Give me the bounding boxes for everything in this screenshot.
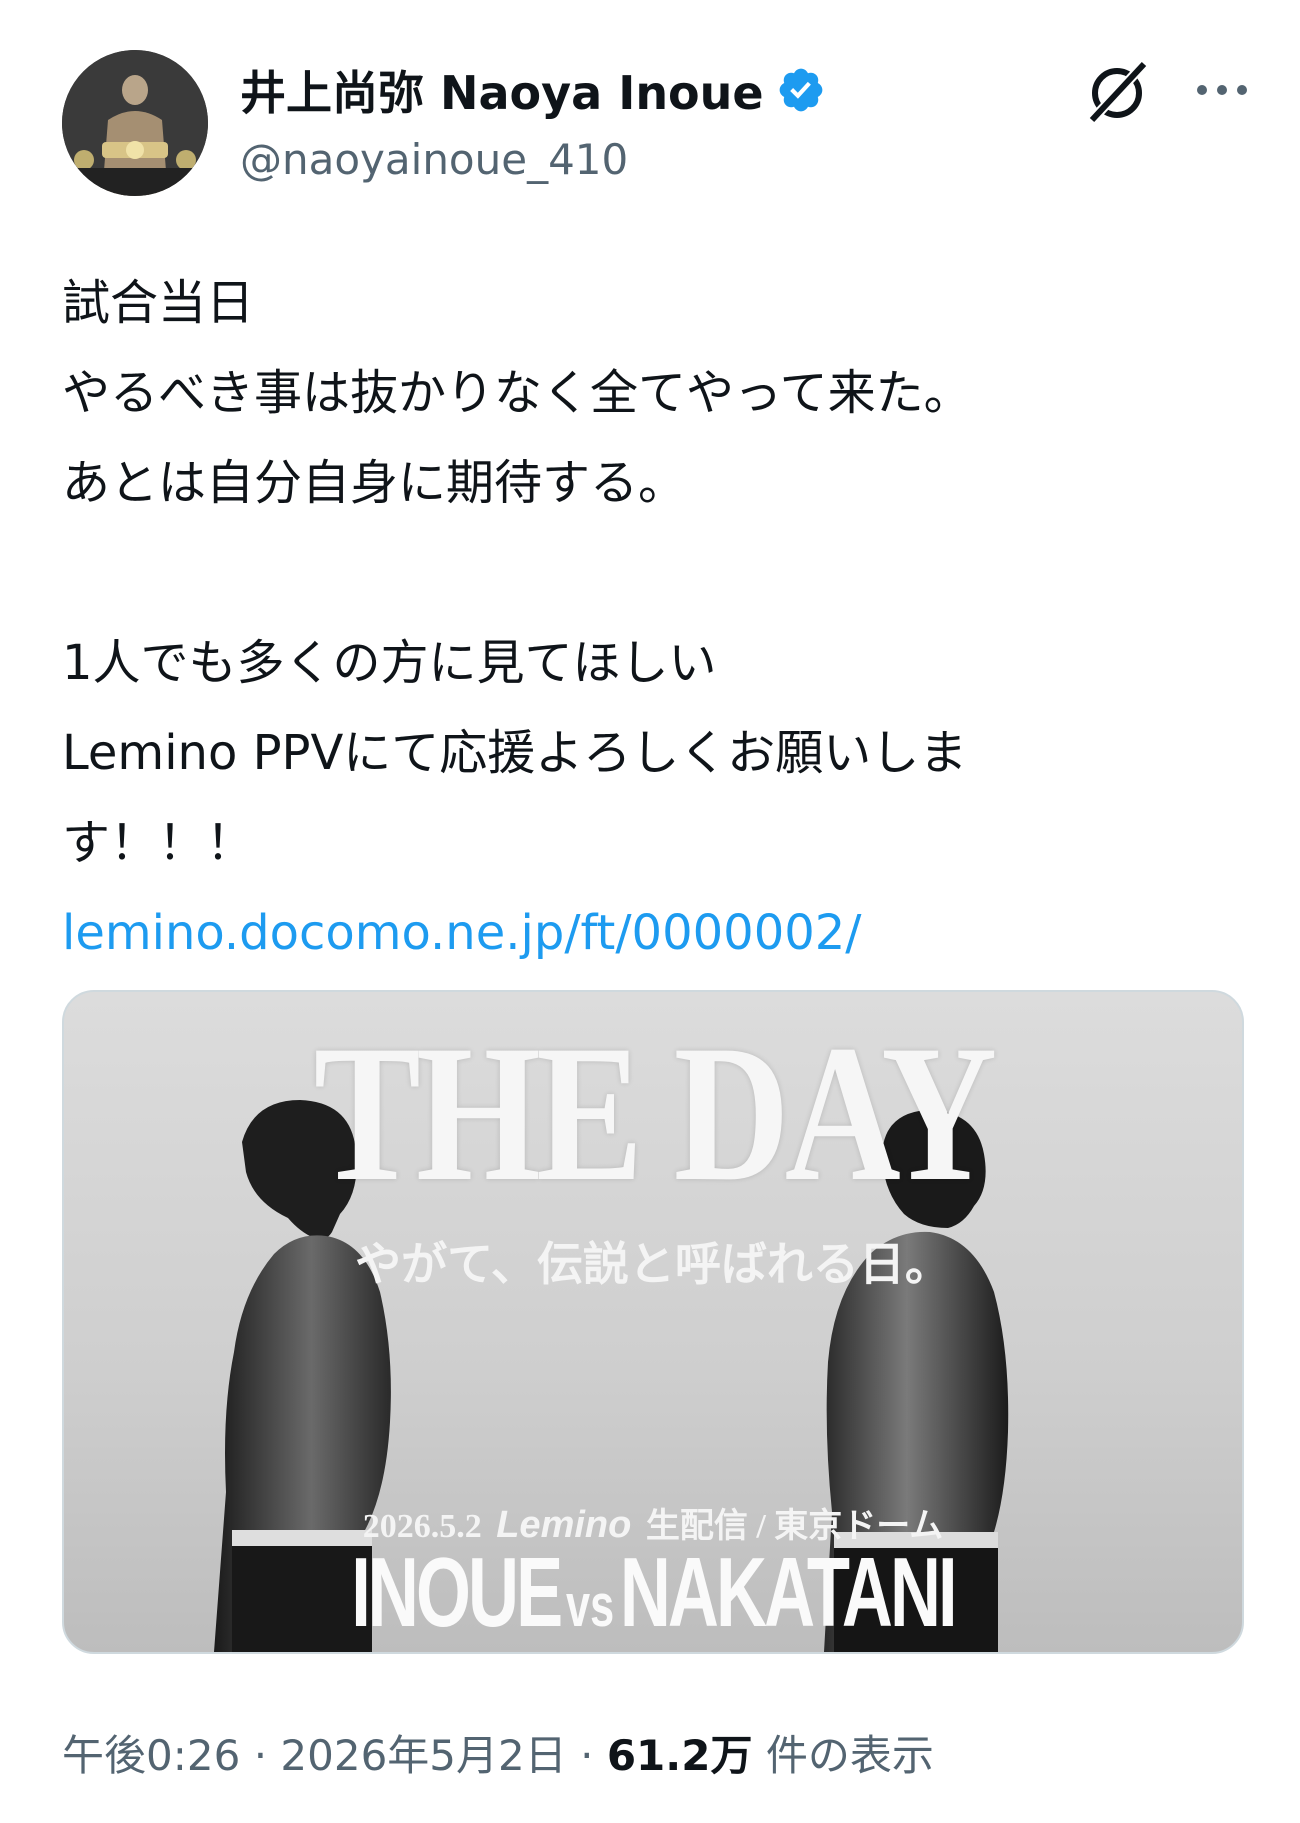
avatar-image: [62, 50, 208, 196]
author-handle[interactable]: @naoyainoue_410: [240, 135, 628, 184]
author-name-row[interactable]: 井上尚弥 Naoya Inoue: [240, 58, 826, 122]
tweet-date[interactable]: 2026年5月2日: [280, 1731, 566, 1780]
poster-title: THE DAY: [313, 1005, 998, 1222]
grok-icon[interactable]: [1082, 56, 1152, 126]
tweet-line: あとは自分自身に期待する。: [62, 455, 687, 511]
tweet: 井上尚弥 Naoya Inoue @naoyainoue_410 試合当日 やる…: [0, 0, 1300, 1823]
avatar[interactable]: [62, 50, 208, 196]
media-image[interactable]: THE DAY やがて、伝説と呼ばれる日。 2026.5.2 Lemino 生配…: [62, 990, 1244, 1654]
poster-matchup: INOUEvsNAKATANI: [229, 1537, 1077, 1652]
meta-separator: ·: [580, 1731, 594, 1780]
tweet-meta: 午後0:26 · 2026年5月2日 · 61.2万 件の表示: [62, 1722, 934, 1783]
more-dots-icon[interactable]: [1192, 70, 1252, 110]
tweet-line: 試合当日: [62, 275, 255, 331]
poster-vs: vs: [566, 1572, 615, 1639]
author-display-name[interactable]: 井上尚弥 Naoya Inoue: [240, 57, 764, 123]
tweet-text: 試合当日 やるべき事は抜かりなく全てやって来た。 あとは自分自身に期待する。 1…: [62, 258, 1242, 978]
tweet-link[interactable]: lemino.docomo.ne.jp/ft/0000002/: [62, 888, 1242, 978]
tweet-line: す！！！: [62, 815, 255, 871]
views-label: 件の表示: [765, 1731, 934, 1780]
poster-fighter-left: INOUE: [351, 1537, 563, 1647]
meta-separator: ·: [253, 1731, 268, 1780]
tweet-line: Lemino PPVにて応援よろしくお願いしま: [62, 725, 968, 781]
views-count[interactable]: 61.2万: [607, 1731, 753, 1780]
poster-fighter-right: NAKATANI: [619, 1537, 958, 1647]
poster-subtitle: やがて、伝説と呼ばれる日。: [355, 1239, 951, 1290]
tweet-time[interactable]: 午後0:26: [62, 1731, 240, 1780]
verified-badge-icon: [779, 68, 822, 112]
tweet-line: 1人でも多くの方に見てほしい: [62, 635, 717, 691]
tweet-line: やるべき事は抜かりなく全てやって来た。: [62, 365, 972, 421]
